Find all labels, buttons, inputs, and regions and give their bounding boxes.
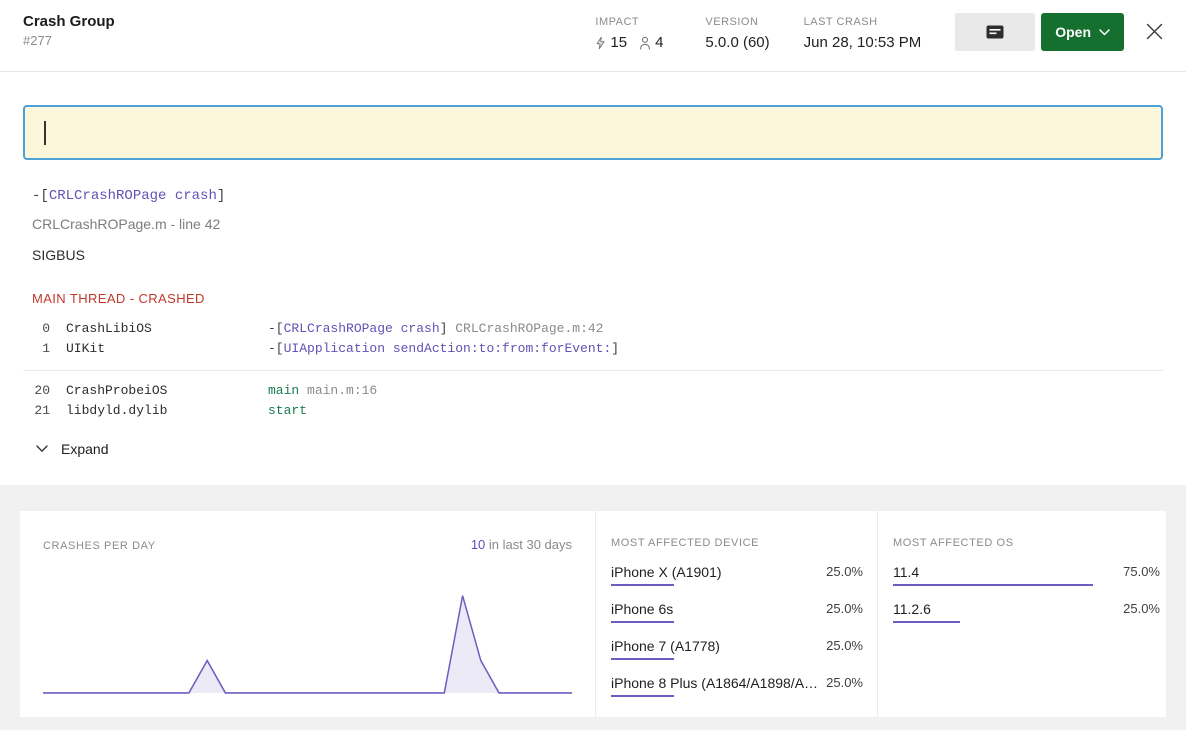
chart-header: CRASHES PER DAY 10 in last 30 days [43, 537, 572, 552]
frame-module: UIKit [66, 341, 106, 356]
device-percent-bar [611, 658, 674, 660]
frame-index: 20 [34, 383, 50, 398]
device-percent: 25.0% [826, 564, 863, 579]
os-percent-bar [893, 621, 960, 623]
lightning-icon [597, 36, 605, 49]
open-status-label: Open [1055, 24, 1091, 40]
most-affected-os-panel: MOST AFFECTED OS 11.4 75.0% 11.2.6 25.0% [877, 511, 1186, 717]
device-percent-bar [611, 621, 674, 623]
chevron-down-icon [1099, 28, 1110, 35]
stats-card: CRASHES PER DAY 10 in last 30 days MOST … [20, 511, 1166, 717]
device-row: iPhone X (A1901) 25.0% [611, 563, 863, 586]
topbar-right: IMPACT 15 4 VERSION 5.0.0 (60) LAST CRAS… [595, 13, 1163, 51]
os-row: 11.4 75.0% [893, 563, 1160, 586]
device-name: iPhone 6s [611, 601, 674, 617]
crash-detail: -[CRLCrashROPage crash] CRLCrashROPage.m… [0, 72, 1186, 485]
frame-symbol: start [268, 403, 308, 418]
crash-count-30d: 10 [470, 537, 486, 552]
device-name: iPhone 7 (A1778) [611, 638, 720, 654]
device-percent: 25.0% [826, 675, 863, 690]
frame-symbol: main main.m:16 [268, 383, 378, 398]
chevron-down-icon [36, 445, 48, 452]
chart-line [43, 595, 572, 694]
os-row: 11.2.6 25.0% [893, 600, 1160, 623]
version-stat: VERSION 5.0.0 (60) [705, 13, 769, 51]
user-icon [640, 36, 651, 50]
most-affected-device-panel: MOST AFFECTED DEVICE iPhone X (A1901) 25… [595, 511, 877, 717]
frames-divider [23, 370, 1163, 371]
device-name: iPhone 8 Plus (A1864/A1898/A… [611, 675, 819, 691]
device-percent-bar [611, 695, 674, 697]
frame-symbol: -[UIApplication sendAction:to:from:forEv… [268, 341, 620, 356]
impact-label: IMPACT [595, 16, 640, 28]
stack-frame-row: 20 CrashProbeiOS main main.m:16 [23, 381, 1163, 401]
frame-index: 21 [34, 403, 50, 418]
page-title: Crash Group [23, 13, 115, 30]
topbar-left: Crash Group #277 [23, 13, 115, 48]
device-percent: 25.0% [826, 638, 863, 653]
stack-frames: 0 CrashLibiOS -[CRLCrashROPage crash] CR… [23, 319, 1163, 421]
stack-frame-row: 0 CrashLibiOS -[CRLCrashROPage crash] CR… [23, 319, 1163, 339]
crashes-per-day-label: CRASHES PER DAY [43, 540, 156, 552]
os-percent-bar [893, 584, 1094, 586]
text-caret [44, 121, 46, 145]
note-input[interactable] [23, 105, 1163, 160]
device-percent-bar [611, 584, 674, 586]
most-affected-os-label: MOST AFFECTED OS [893, 537, 1014, 549]
open-status-button[interactable]: Open [1041, 13, 1124, 51]
crash-signal: SIGBUS [32, 247, 85, 263]
os-percent: 25.0% [1123, 601, 1160, 616]
impact-user-count: 4 [655, 34, 664, 51]
expand-control[interactable]: Expand [36, 441, 108, 457]
most-affected-device-label: MOST AFFECTED DEVICE [611, 537, 760, 549]
chart-area [43, 595, 572, 693]
crash-location: CRLCrashROPage.m - line 42 [32, 216, 221, 232]
chart-total: 10 in last 30 days [471, 537, 572, 552]
notes-button[interactable] [955, 13, 1036, 51]
impact-values: 15 4 [595, 34, 671, 51]
frame-module: libdyld.dylib [66, 403, 168, 418]
frame-symbol: -[CRLCrashROPage crash] CRLCrashROPage.m… [268, 321, 604, 336]
crash-count-suffix: in last 30 days [485, 537, 572, 552]
version-label: VERSION [705, 16, 759, 28]
thread-title: MAIN THREAD - CRASHED [32, 291, 205, 306]
device-row: iPhone 7 (A1778) 25.0% [611, 637, 863, 660]
impact-stat: IMPACT 15 4 [595, 13, 671, 51]
last-crash-value: Jun 28, 10:53 PM [803, 34, 922, 51]
crash-group-page: Crash Group #277 IMPACT 15 4 VERSION 5.0… [0, 0, 1186, 730]
stack-frame-row: 21 libdyld.dylib start [23, 401, 1163, 421]
frame-module: CrashProbeiOS [66, 383, 168, 398]
device-row: iPhone 8 Plus (A1864/A1898/A… 25.0% [611, 674, 863, 697]
crashes-per-day-chart [43, 595, 572, 694]
stack-frame-row: 1 UIKit -[UIApplication sendAction:to:fr… [23, 339, 1163, 359]
version-value: 5.0.0 (60) [705, 34, 770, 51]
os-name: 11.4 [893, 564, 920, 580]
device-row: iPhone 6s 25.0% [611, 600, 863, 623]
expand-label: Expand [61, 441, 109, 457]
crash-group-id: #277 [23, 33, 52, 48]
topbar: Crash Group #277 IMPACT 15 4 VERSION 5.0… [0, 0, 1186, 72]
frame-index: 1 [42, 341, 50, 356]
os-name: 11.2.6 [893, 601, 931, 617]
impact-crash-count: 15 [610, 34, 628, 51]
device-name: iPhone X (A1901) [611, 564, 722, 580]
crash-signature: -[CRLCrashROPage crash] [32, 188, 226, 204]
crashes-per-day-panel: CRASHES PER DAY 10 in last 30 days [20, 511, 595, 717]
notes-icon [986, 25, 1004, 39]
frame-module: CrashLibiOS [66, 321, 152, 336]
close-icon[interactable] [1146, 23, 1163, 40]
last-crash-stat: LAST CRASH Jun 28, 10:53 PM [804, 13, 922, 51]
last-crash-label: LAST CRASH [803, 16, 878, 28]
device-percent: 25.0% [826, 601, 863, 616]
stats-section: CRASHES PER DAY 10 in last 30 days MOST … [0, 485, 1186, 730]
frame-index: 0 [42, 321, 50, 336]
os-percent: 75.0% [1123, 564, 1160, 579]
